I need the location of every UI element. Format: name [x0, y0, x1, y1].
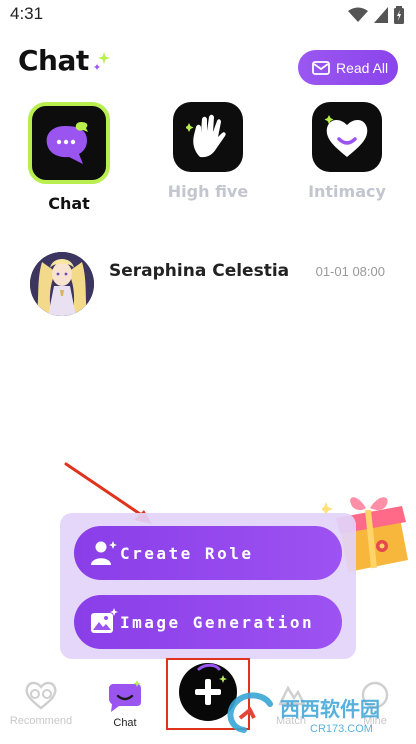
category-chat[interactable]: Chat: [9, 102, 129, 213]
heart-icon: [324, 115, 368, 157]
sparkle-icon: [94, 52, 110, 70]
avatar: [30, 252, 94, 316]
status-bar: 4:31: [0, 0, 416, 30]
watermark-domain: CR173.COM: [310, 723, 373, 735]
watermark-brand: 西西软件园: [280, 697, 380, 721]
chat-icon: [109, 680, 141, 712]
create-role-button[interactable]: Create Role: [74, 526, 342, 580]
add-user-icon: [91, 541, 117, 565]
read-all-button[interactable]: Read All: [298, 50, 398, 85]
image-generation-label: Image Generation: [120, 612, 315, 632]
signal-icon: [374, 7, 388, 23]
page-title: Chat: [18, 44, 89, 77]
watermark: 西西软件园 CR173.COM: [226, 688, 416, 740]
battery-icon: [394, 6, 404, 24]
wifi-icon: [348, 7, 368, 22]
category-intimacy[interactable]: Intimacy: [287, 102, 407, 201]
create-menu-popup: Create Role Image Generation: [60, 513, 356, 659]
category-chat-tile: [28, 102, 110, 184]
status-time: 4:31: [10, 4, 44, 23]
heart-glasses-icon: [25, 681, 57, 710]
conversation-item[interactable]: Seraphina Celestia 01-01 08:00: [30, 252, 390, 316]
conversation-name: Seraphina Celestia: [109, 261, 290, 281]
image-sparkle-icon: [91, 608, 118, 633]
status-icons: [348, 6, 404, 24]
nav-recommend-label: Recommend: [9, 715, 73, 727]
read-all-label: Read All: [336, 59, 389, 76]
mail-icon: [312, 60, 330, 75]
nav-recommend[interactable]: Recommend: [6, 680, 76, 727]
category-high-five[interactable]: High five: [148, 102, 268, 201]
chat-bubble-icon: [46, 122, 88, 164]
category-high-five-tile: [173, 102, 243, 172]
category-high-five-label: High five: [167, 182, 249, 201]
high-five-hand-icon: [186, 114, 226, 158]
category-intimacy-tile: [312, 102, 382, 172]
conversation-time: 01-01 08:00: [315, 264, 385, 279]
category-chat-label: Chat: [48, 194, 90, 213]
image-generation-button[interactable]: Image Generation: [74, 595, 342, 649]
nav-chat-label: Chat: [113, 717, 137, 729]
watermark-logo: 西西软件园 CR173.COM: [227, 692, 380, 735]
create-role-label: Create Role: [120, 543, 254, 563]
nav-chat[interactable]: Chat: [90, 680, 160, 729]
category-intimacy-label: Intimacy: [308, 182, 386, 201]
